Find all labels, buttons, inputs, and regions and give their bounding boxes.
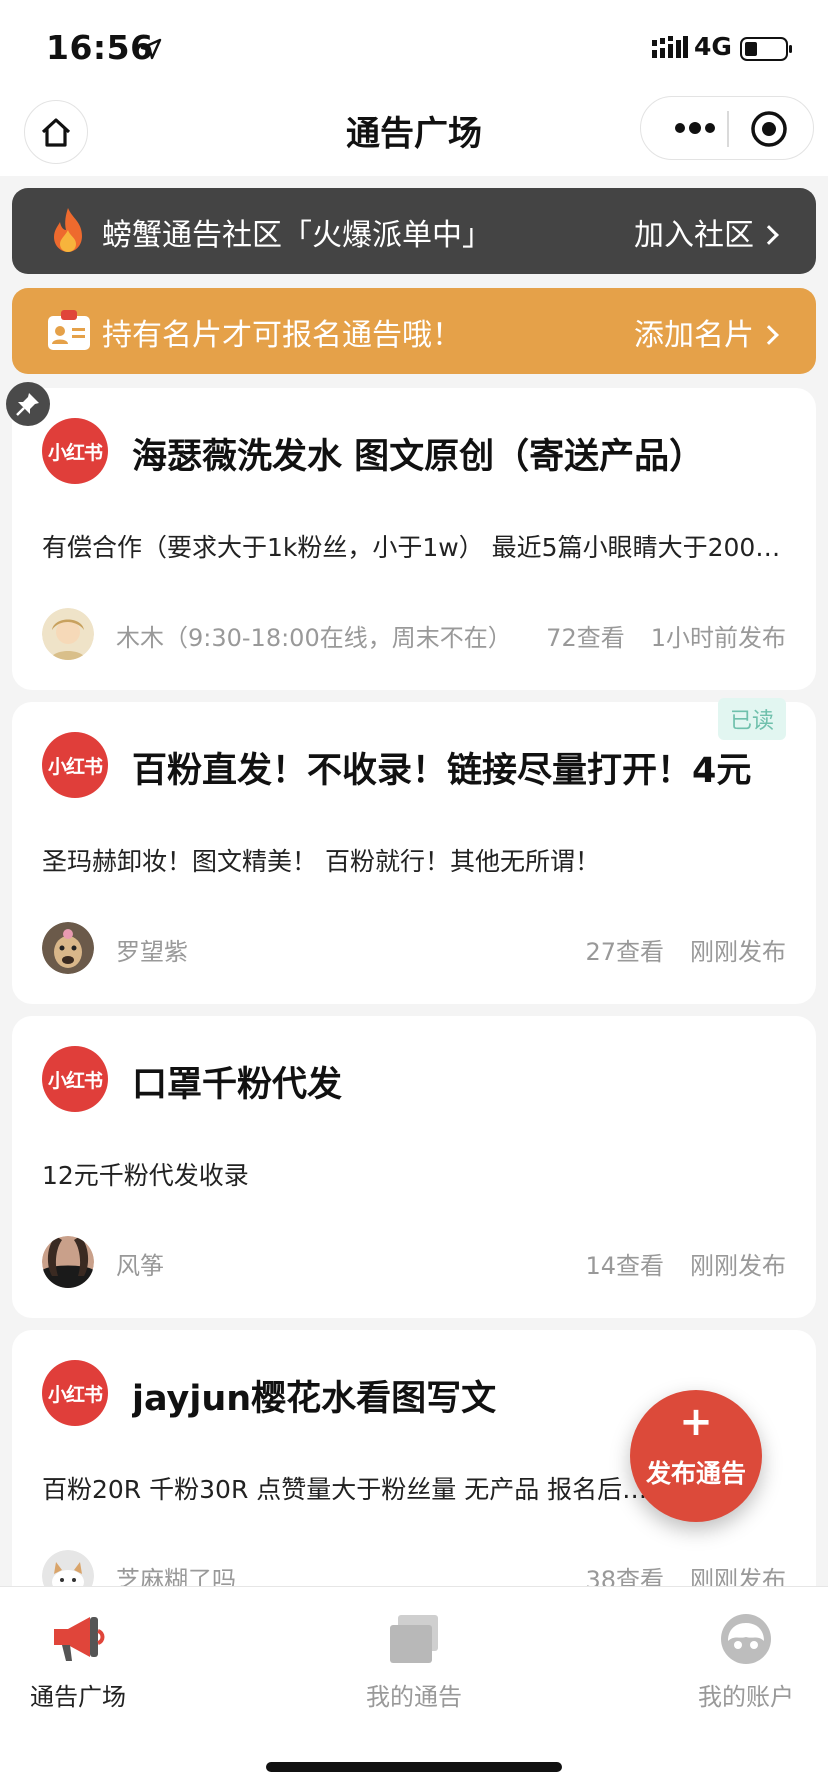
post-time: 刚刚发布 <box>690 938 786 966</box>
post-card[interactable]: 小红书 海瑟薇洗发水 图文原创（寄送产品） 有偿合作（要求大于1k粉丝，小于1w… <box>12 388 816 690</box>
more-dots-icon <box>675 122 715 134</box>
author-avatar <box>42 608 94 660</box>
tab-notice-square[interactable]: 通告广场 <box>0 1611 168 1712</box>
view-count: 14查看 <box>585 1252 664 1280</box>
tab-label: 我的通告 <box>366 1683 462 1711</box>
add-card-label: 添加名片 <box>634 318 754 353</box>
post-time: 刚刚发布 <box>690 1252 786 1280</box>
post-card[interactable]: 已读 小红书 百粉直发！不收录！链接尽量打开！4元 圣玛赫卸妆！图文精美！ 百粉… <box>12 698 816 1004</box>
tab-my-notices[interactable]: 我的通告 <box>324 1611 504 1712</box>
megaphone-icon <box>54 1617 105 1661</box>
tab-label: 我的账户 <box>698 1683 794 1711</box>
business-card-banner[interactable]: 持有名片才可报名通告哦！ 添加名片 <box>12 288 816 374</box>
publish-notice-button[interactable]: + 发布通告 <box>630 1390 762 1522</box>
post-meta: 14查看 刚刚发布 <box>585 1246 786 1281</box>
add-card-link[interactable]: 添加名片 <box>634 310 779 354</box>
status-time: 16:56 <box>46 28 154 67</box>
author-name: 罗望紫 <box>116 938 188 966</box>
battery-icon <box>740 37 792 61</box>
status-bar: 16:56 4G <box>0 0 828 92</box>
tab-label: 通告广场 <box>30 1683 126 1711</box>
community-banner[interactable]: 螃蟹通告社区「火爆派单中」 加入社区 <box>12 188 816 274</box>
author-avatar <box>42 1236 94 1288</box>
chevron-right-icon <box>759 325 779 345</box>
join-community-link[interactable]: 加入社区 <box>634 210 779 254</box>
author-name: 木木（9:30-18:00在线，周末不在） <box>116 624 512 652</box>
card-notice-text: 持有名片才可报名通告哦！ <box>102 318 462 353</box>
post-title: 口罩千粉代发 <box>132 1065 343 1105</box>
xiaohongshu-logo: 小红书 <box>42 1046 108 1112</box>
post-meta: 27查看 刚刚发布 <box>585 932 786 967</box>
more-button[interactable] <box>667 107 723 149</box>
xiaohongshu-logo: 小红书 <box>42 732 108 798</box>
community-text: 螃蟹通告社区「火爆派单中」 <box>102 218 492 253</box>
publish-notice-label: 发布通告 <box>645 1459 746 1488</box>
post-title: 海瑟薇洗发水 图文原创（寄送产品） <box>132 437 705 477</box>
chevron-right-icon <box>759 225 779 245</box>
fire-icon <box>54 208 82 252</box>
id-card-icon <box>48 310 90 350</box>
read-badge: 已读 <box>717 698 786 740</box>
pin-icon <box>6 382 50 426</box>
post-description: 圣玛赫卸妆！图文精美！ 百粉就行！其他无所谓！ <box>42 847 600 876</box>
navigation-bar: 通告广场 <box>0 92 828 176</box>
post-description: 12元千粉代发收录 <box>42 1161 249 1190</box>
view-count: 27查看 <box>585 938 664 966</box>
cards-icon <box>390 1615 438 1663</box>
post-description: 有偿合作（要求大于1k粉丝，小于1w） 最近5篇小眼睛大于200… <box>42 533 781 562</box>
join-community-label: 加入社区 <box>634 218 754 253</box>
xiaohongshu-logo: 小红书 <box>42 418 108 484</box>
tab-my-account[interactable]: 我的账户 <box>656 1611 828 1712</box>
capsule-close-icon[interactable] <box>749 109 789 149</box>
plus-icon: + <box>679 1399 713 1445</box>
post-meta: 72查看 1小时前发布 <box>546 618 786 653</box>
post-card[interactable]: 小红书 口罩千粉代发 12元千粉代发收录 风筝 14查看 刚刚发布 <box>12 1016 816 1318</box>
location-arrow-icon <box>140 38 162 60</box>
author-name: 风筝 <box>116 1252 164 1280</box>
account-icon <box>721 1614 771 1664</box>
view-count: 72查看 <box>546 624 625 652</box>
mini-program-capsule <box>640 96 814 160</box>
author-avatar <box>42 922 94 974</box>
home-indicator <box>266 1762 562 1772</box>
post-time: 1小时前发布 <box>650 624 786 652</box>
capsule-divider <box>727 111 729 147</box>
signal-icon <box>652 36 688 58</box>
post-title: 百粉直发！不收录！链接尽量打开！4元 <box>132 751 752 791</box>
network-label: 4G <box>694 32 732 61</box>
xiaohongshu-logo: 小红书 <box>42 1360 108 1426</box>
